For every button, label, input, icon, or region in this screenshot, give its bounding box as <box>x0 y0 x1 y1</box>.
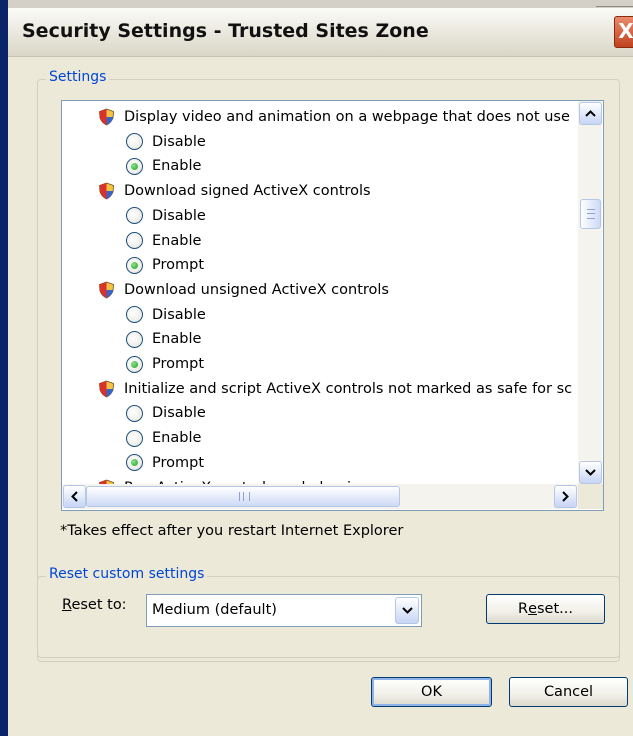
close-button[interactable]: X <box>614 16 633 48</box>
option-label: Prompt <box>152 257 205 274</box>
setting-option-enable[interactable]: Enable <box>126 229 201 253</box>
setting-heading: Run ActiveX controls and plug-ins <box>98 476 368 484</box>
option-label: Disable <box>152 405 206 422</box>
chevron-down-icon <box>585 469 596 476</box>
setting-option-enable[interactable]: Enable <box>126 426 201 450</box>
vertical-scroll-thumb[interactable] <box>580 199 601 229</box>
shield-icon <box>99 380 114 398</box>
cancel-button[interactable]: Cancel <box>509 677 628 707</box>
settings-list-content: Display video and animation on a webpage… <box>62 101 578 484</box>
setting-option-enable[interactable]: Enable <box>126 154 201 178</box>
option-label: Enable <box>152 232 202 249</box>
grip-icon <box>239 492 250 501</box>
radio-button[interactable] <box>126 133 143 151</box>
reset-level-value: Medium (default) <box>152 602 277 618</box>
vertical-scrollbar[interactable] <box>578 101 602 484</box>
window-top-strip <box>8 0 633 8</box>
settings-list[interactable]: Display video and animation on a webpage… <box>61 100 604 511</box>
radio-button[interactable] <box>126 404 143 422</box>
reset-button-accesskey: e <box>528 601 537 617</box>
reset-to-label: Reset to: <box>62 597 127 613</box>
reset-legend: Reset custom settings <box>46 566 208 582</box>
setting-option-disable[interactable]: Disable <box>126 303 206 327</box>
option-label: Enable <box>152 430 202 447</box>
setting-heading: Download unsigned ActiveX controls <box>98 278 389 302</box>
setting-heading: Display video and animation on a webpage… <box>98 105 570 129</box>
shield-icon <box>99 182 114 200</box>
radio-button[interactable] <box>126 454 143 472</box>
radio-button[interactable] <box>126 355 143 373</box>
horizontal-scrollbar[interactable] <box>62 484 578 509</box>
option-label: Prompt <box>152 356 205 372</box>
setting-option-prompt[interactable]: Prompt <box>126 352 204 376</box>
option-label: Disable <box>152 133 206 150</box>
radio-button[interactable] <box>126 207 143 225</box>
scroll-right-button[interactable] <box>554 485 577 508</box>
reset-button[interactable]: Re set... <box>486 594 605 624</box>
radio-button[interactable] <box>126 429 143 447</box>
radio-button[interactable] <box>126 330 143 348</box>
setting-heading-label: Display video and animation on a webpage… <box>124 109 570 125</box>
chevron-left-icon <box>71 491 78 502</box>
radio-button[interactable] <box>126 306 143 324</box>
shield-icon <box>99 108 114 126</box>
scroll-left-button[interactable] <box>63 485 86 508</box>
chevron-up-icon <box>585 110 596 117</box>
reset-button-prefix: R <box>518 601 529 617</box>
settings-legend: Settings <box>46 69 110 85</box>
restart-note: *Takes effect after you restart Internet… <box>60 523 404 539</box>
setting-option-disable[interactable]: Disable <box>126 204 206 228</box>
reset-level-select[interactable]: Medium (default) <box>146 594 422 627</box>
grip-icon <box>587 209 595 219</box>
option-label: Disable <box>152 306 206 323</box>
ok-button[interactable]: OK <box>371 677 492 707</box>
window-top-right-edge <box>596 0 633 7</box>
window-left-edge <box>0 0 8 736</box>
security-settings-dialog: Security Settings - Trusted Sites Zone X… <box>0 0 633 736</box>
dropdown-button[interactable] <box>395 597 419 624</box>
radio-button[interactable] <box>126 157 143 175</box>
setting-option-disable[interactable]: Disable <box>126 130 206 154</box>
shield-icon <box>99 281 114 299</box>
setting-option-disable[interactable]: Disable <box>126 401 206 425</box>
radio-button[interactable] <box>126 232 143 249</box>
setting-heading: Download signed ActiveX controls <box>98 179 371 203</box>
horizontal-scroll-thumb[interactable] <box>86 486 400 507</box>
option-label: Enable <box>152 158 202 175</box>
reset-button-rest: set... <box>537 601 573 617</box>
option-label: Prompt <box>152 454 205 471</box>
radio-button[interactable] <box>126 256 143 274</box>
setting-heading: Initialize and script ActiveX controls n… <box>98 377 572 401</box>
scroll-up-button[interactable] <box>579 102 602 125</box>
scrollbar-corner <box>578 484 603 509</box>
scroll-down-button[interactable] <box>579 461 602 484</box>
titlebar[interactable]: Security Settings - Trusted Sites Zone <box>8 8 633 57</box>
setting-option-prompt[interactable]: Prompt <box>126 451 204 475</box>
setting-option-enable[interactable]: Enable <box>126 327 201 351</box>
option-label: Enable <box>152 331 202 348</box>
option-label: Disable <box>152 207 206 224</box>
setting-heading-label: Download unsigned ActiveX controls <box>124 281 389 298</box>
setting-option-prompt[interactable]: Prompt <box>126 253 204 277</box>
chevron-down-icon <box>401 607 413 614</box>
setting-heading-label: Initialize and script ActiveX controls n… <box>124 380 573 397</box>
window-title: Security Settings - Trusted Sites Zone <box>22 20 429 42</box>
setting-heading-label: Download signed ActiveX controls <box>124 183 371 200</box>
chevron-right-icon <box>562 491 569 502</box>
reset-to-label-text: eset to: <box>71 597 127 613</box>
